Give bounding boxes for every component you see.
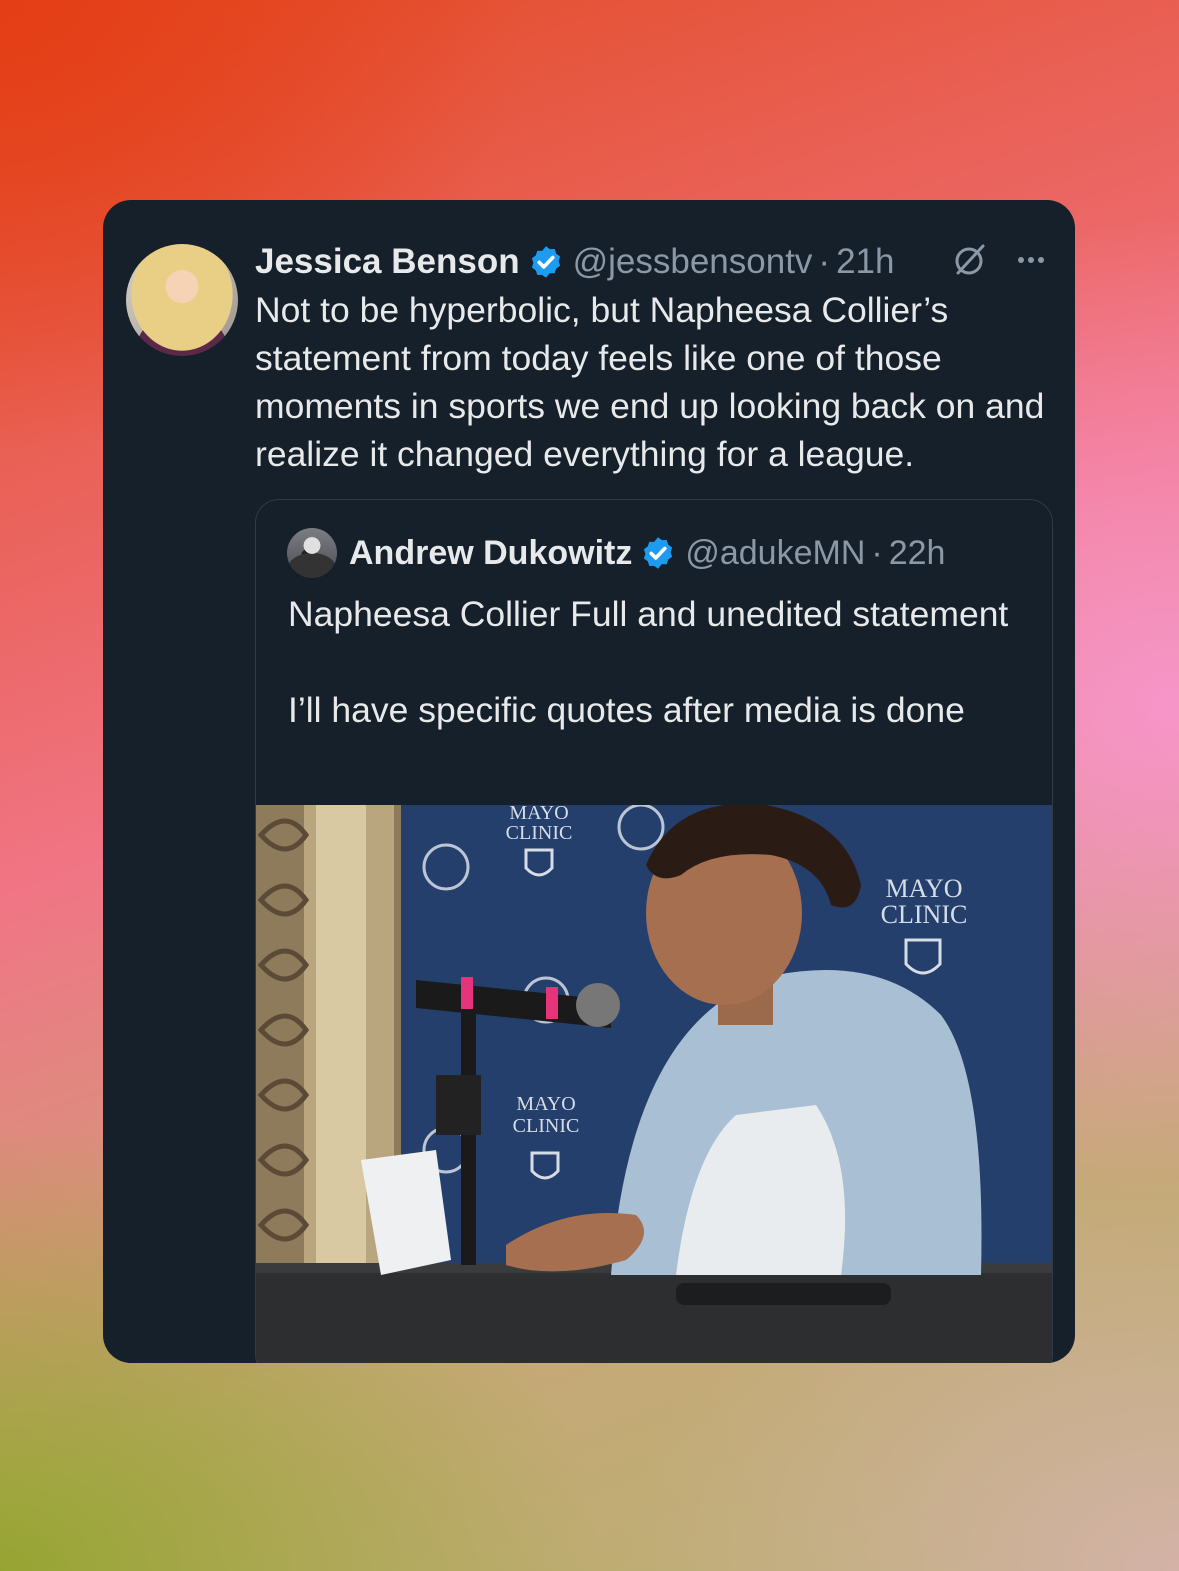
quoted-tweet-time[interactable]: 22h bbox=[889, 534, 946, 573]
tweet-header: Jessica Benson @jessbensontv · 21h bbox=[255, 236, 1051, 288]
separator-dot: · bbox=[871, 533, 883, 572]
verified-badge-icon bbox=[644, 537, 673, 569]
backdrop-text-clinic: CLINIC bbox=[506, 822, 573, 844]
verified-badge-icon bbox=[531, 246, 560, 278]
quoted-tweet[interactable]: Andrew Dukowitz @adukeMN · 22h Napheesa … bbox=[255, 499, 1053, 1363]
backdrop-text-clinic: CLINIC bbox=[513, 1115, 580, 1137]
tweet-actions bbox=[949, 240, 1051, 280]
author-handle[interactable]: @jessbensontv bbox=[573, 242, 813, 282]
quoted-text-line-1: Napheesa Collier Full and unedited state… bbox=[288, 594, 1009, 634]
separator-dot: · bbox=[818, 242, 831, 281]
author-name[interactable]: Jessica Benson bbox=[255, 242, 520, 282]
quoted-tweet-text: Napheesa Collier Full and unedited state… bbox=[288, 590, 1028, 734]
more-icon[interactable] bbox=[1011, 240, 1051, 280]
grok-icon[interactable] bbox=[949, 240, 989, 280]
author-avatar[interactable] bbox=[126, 244, 238, 356]
video-frame: MAYO CLINIC MAYO CLINIC MAYO CLINIC bbox=[256, 805, 1052, 1363]
backdrop-text-clinic: CLINIC bbox=[881, 900, 968, 929]
backdrop-text-mayo: MAYO bbox=[516, 1093, 575, 1115]
quoted-author-name[interactable]: Andrew Dukowitz bbox=[349, 534, 632, 573]
tweet-text: Not to be hyperbolic, but Napheesa Colli… bbox=[255, 290, 1045, 474]
quoted-tweet-header: Andrew Dukowitz @adukeMN · 22h bbox=[287, 528, 945, 578]
press-conference-video[interactable]: MAYO CLINIC MAYO CLINIC MAYO CLINIC bbox=[256, 805, 1052, 1363]
tweet-card[interactable]: Jessica Benson @jessbensontv · 21h Not t… bbox=[103, 200, 1075, 1363]
quoted-author-handle[interactable]: @adukeMN bbox=[685, 534, 865, 573]
tweet-time[interactable]: 21h bbox=[836, 242, 894, 282]
backdrop-text-mayo: MAYO bbox=[885, 874, 962, 903]
quoted-author-avatar[interactable] bbox=[287, 528, 337, 578]
quoted-text-line-2: I’ll have specific quotes after media is… bbox=[288, 690, 965, 730]
